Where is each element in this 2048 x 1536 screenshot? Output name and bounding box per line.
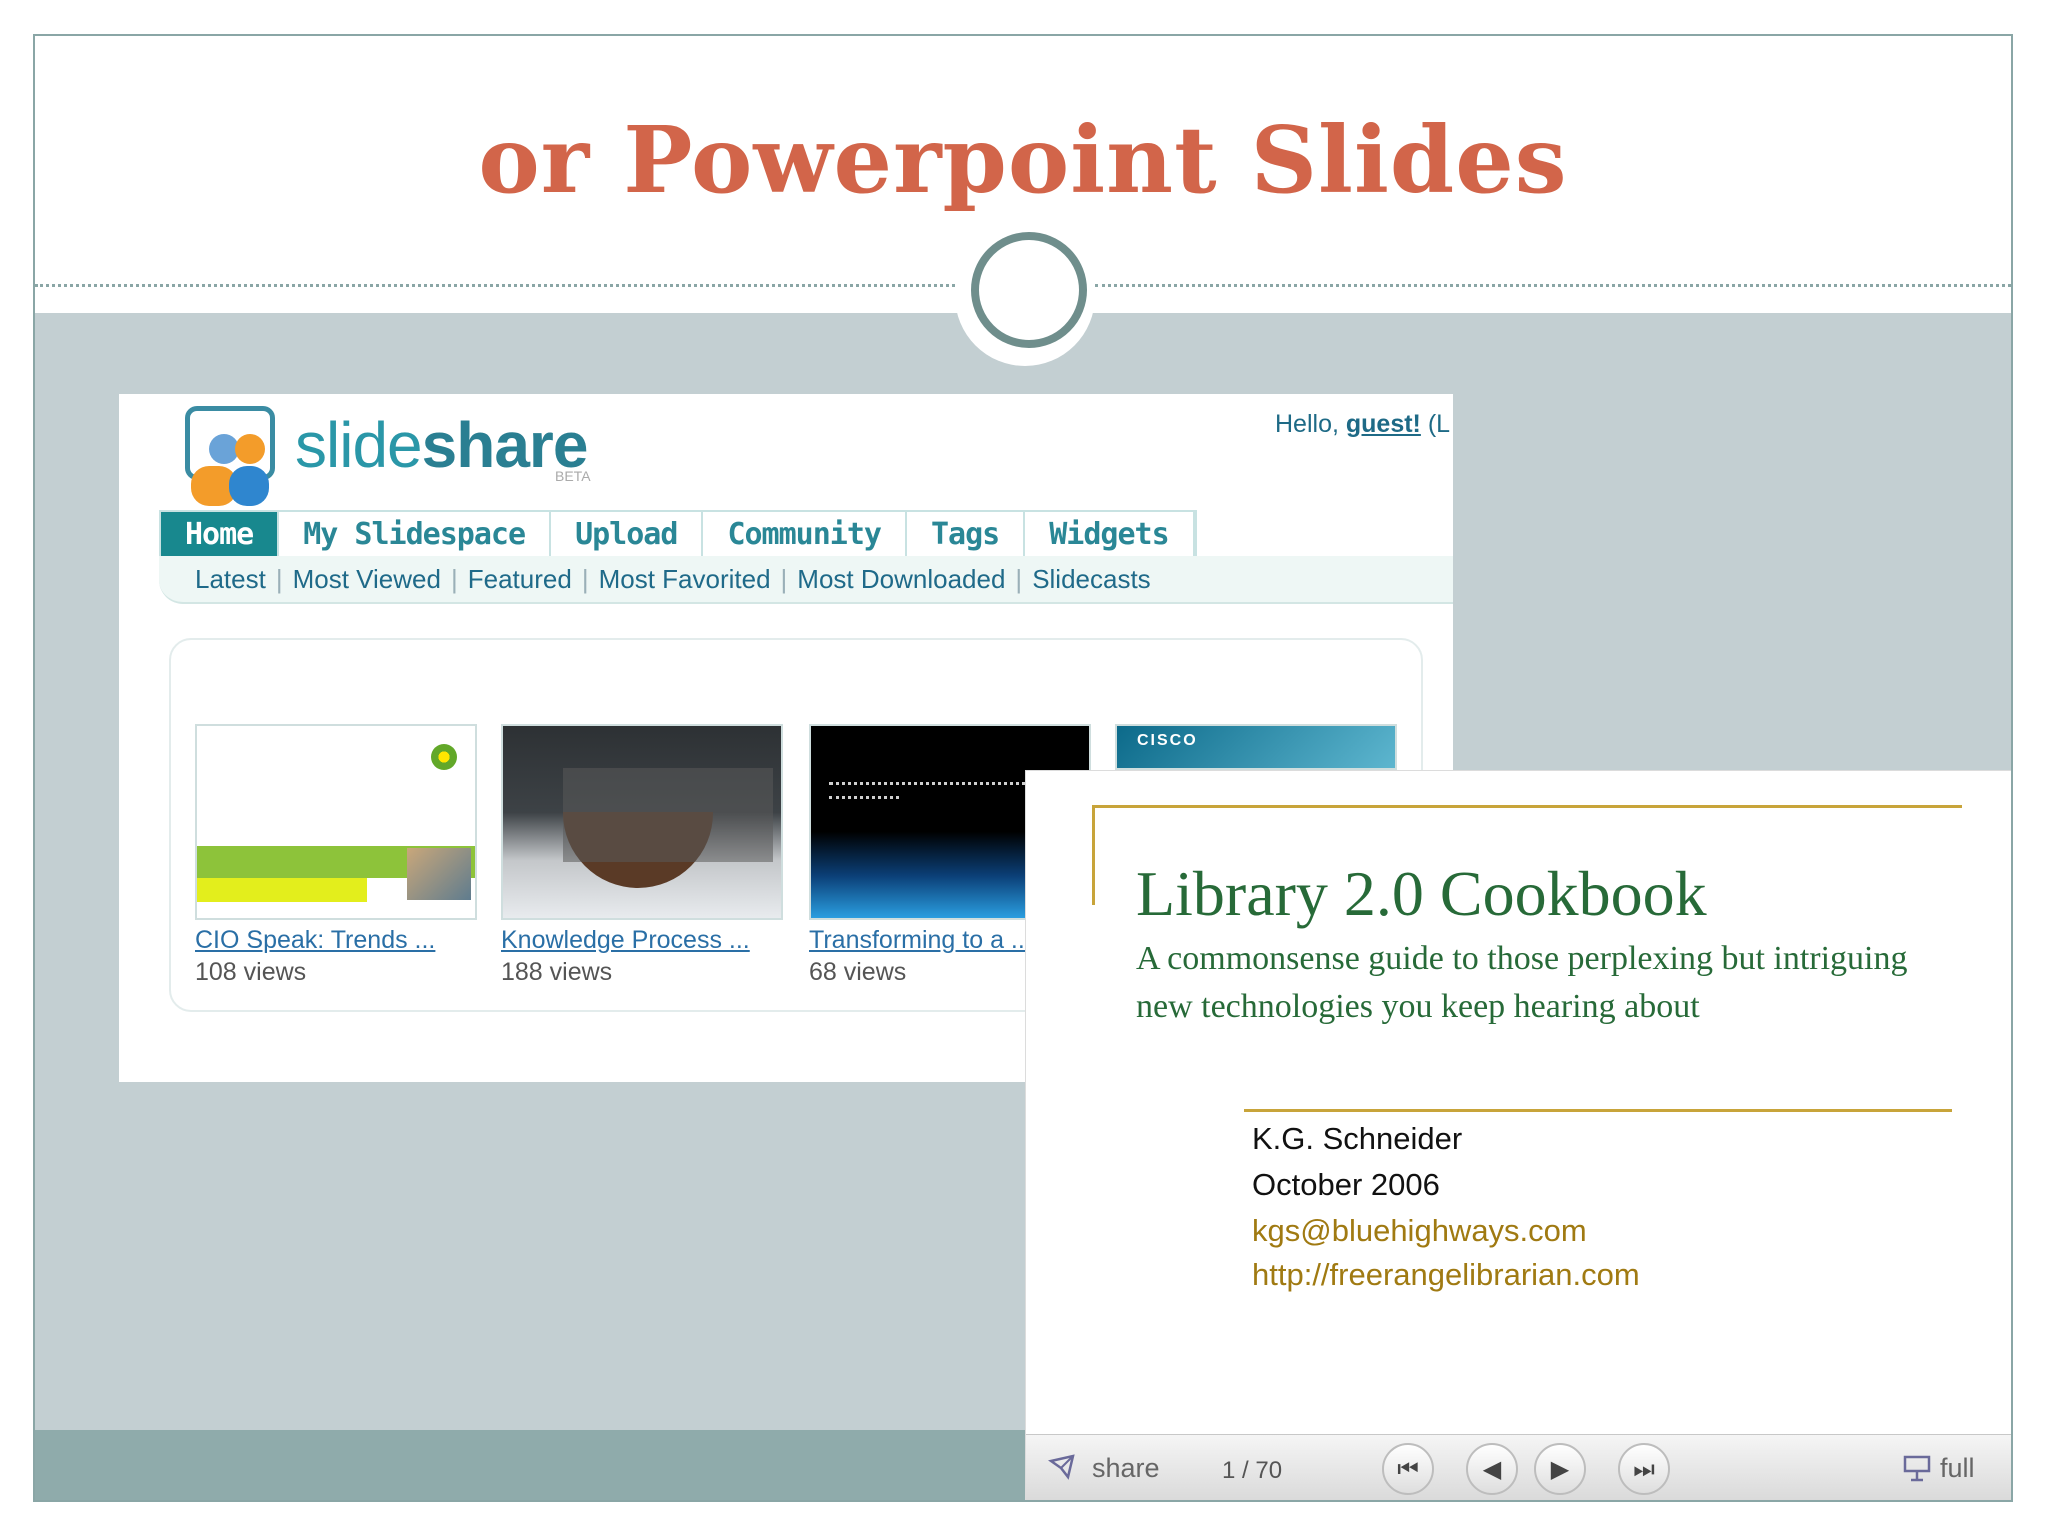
- next-slide-button[interactable]: ▶: [1534, 1443, 1586, 1495]
- slide-frame: or Powerpoint Slides slideshare BETA Hel…: [33, 34, 2013, 1502]
- subnav-separator: |: [780, 564, 788, 594]
- tab-upload[interactable]: Upload: [551, 512, 704, 558]
- skip-last-icon: ⏭: [1633, 1455, 1655, 1483]
- slideshare-brand[interactable]: slideshare: [295, 408, 588, 482]
- hello-prefix: Hello,: [1275, 410, 1346, 438]
- subnav-latest[interactable]: Latest: [195, 564, 266, 594]
- author-name: K.G. Schneider: [1252, 1121, 1463, 1156]
- fullscreen-icon[interactable]: [1902, 1453, 1932, 1483]
- item-views: 188 views: [501, 958, 613, 986]
- page-indicator: 1 / 70: [1222, 1457, 1283, 1484]
- subnav-featured[interactable]: Featured: [468, 564, 572, 594]
- thumbnail-knowledge-process[interactable]: [501, 724, 783, 920]
- author-email[interactable]: kgs@bluehighways.com: [1252, 1213, 1587, 1249]
- ring-ornament: [971, 232, 1087, 348]
- player-controls: share 1 / 70 ⏮ ◀ ▶ ⏭ full: [1026, 1434, 2011, 1500]
- divider-right: [1095, 284, 2011, 287]
- slide-viewer: Library 2.0 Cookbook A commonsense guide…: [1025, 770, 2011, 1500]
- divider-left: [35, 284, 955, 287]
- gold-rule-top: [1092, 805, 1962, 808]
- slide-title: or Powerpoint Slides: [478, 106, 1568, 214]
- tab-community[interactable]: Community: [703, 512, 907, 558]
- gold-rule-middle: [1244, 1109, 1952, 1112]
- arrow-left-icon: ◀: [1482, 1455, 1502, 1483]
- tab-home[interactable]: Home: [161, 512, 280, 558]
- hello-suffix: (L: [1420, 410, 1451, 438]
- main-tabs: Home My Slidespace Upload Community Tags…: [159, 510, 1197, 558]
- item-title-knowledge[interactable]: Knowledge Process ...: [501, 926, 750, 955]
- subnav-separator: |: [1015, 564, 1023, 594]
- skip-first-icon: ⏮: [1397, 1455, 1419, 1483]
- tab-tags[interactable]: Tags: [907, 512, 1026, 558]
- tab-widgets[interactable]: Widgets: [1025, 512, 1195, 558]
- previous-slide-button[interactable]: ◀: [1466, 1443, 1518, 1495]
- thumbnail-cisco[interactable]: CISCO: [1115, 724, 1397, 770]
- presentation-date: October 2006: [1252, 1167, 1440, 1202]
- subnav-separator: |: [275, 564, 283, 594]
- author-website[interactable]: http://freerangelibrarian.com: [1252, 1257, 1640, 1293]
- bp-logo-icon: [431, 744, 457, 770]
- guest-link[interactable]: guest!: [1346, 410, 1421, 438]
- item-link[interactable]: Knowledge Process ...: [501, 926, 750, 954]
- arrow-right-icon: ▶: [1550, 1455, 1570, 1483]
- thumbnail-cio-speak[interactable]: [195, 724, 477, 920]
- sub-navigation: Latest | Most Viewed | Featured | Most Favorit…: [159, 556, 1453, 604]
- item-views: 108 views: [195, 958, 307, 986]
- cisco-logo: CISCO: [1137, 732, 1198, 749]
- first-slide-button[interactable]: ⏮: [1382, 1443, 1434, 1495]
- subnav-most-viewed[interactable]: Most Viewed: [293, 564, 441, 594]
- subnav-separator: |: [450, 564, 458, 594]
- brand-light: slide: [295, 409, 423, 481]
- library-title: Library 2.0 Cookbook: [1136, 858, 1707, 929]
- item-title-transforming[interactable]: Transforming to a ...: [809, 926, 1032, 955]
- tab-my-slidespace[interactable]: My Slidespace: [279, 512, 552, 558]
- item-title-cio[interactable]: CIO Speak: Trends ...: [195, 926, 435, 955]
- last-slide-button[interactable]: ⏭: [1618, 1443, 1670, 1495]
- hello-greeting: Hello, guest! (L: [1275, 410, 1450, 439]
- subnav-most-downloaded[interactable]: Most Downloaded: [797, 564, 1005, 594]
- share-button[interactable]: share: [1092, 1453, 1160, 1484]
- library-subtitle: A commonsense guide to those perplexing …: [1136, 940, 1908, 1025]
- item-views: 68 views: [809, 958, 907, 986]
- slideshare-logo-icon[interactable]: [179, 406, 279, 506]
- subnav-separator: |: [581, 564, 589, 594]
- gold-rule-left: [1092, 805, 1095, 905]
- share-icon[interactable]: [1048, 1453, 1076, 1481]
- fullscreen-button[interactable]: full: [1940, 1453, 1975, 1484]
- beta-label: BETA: [555, 468, 591, 484]
- subnav-most-favorited[interactable]: Most Favorited: [599, 564, 771, 594]
- item-link[interactable]: CIO Speak: Trends ...: [195, 926, 435, 954]
- subnav-slidecasts[interactable]: Slidecasts: [1032, 564, 1151, 594]
- item-link[interactable]: Transforming to a ...: [809, 926, 1032, 954]
